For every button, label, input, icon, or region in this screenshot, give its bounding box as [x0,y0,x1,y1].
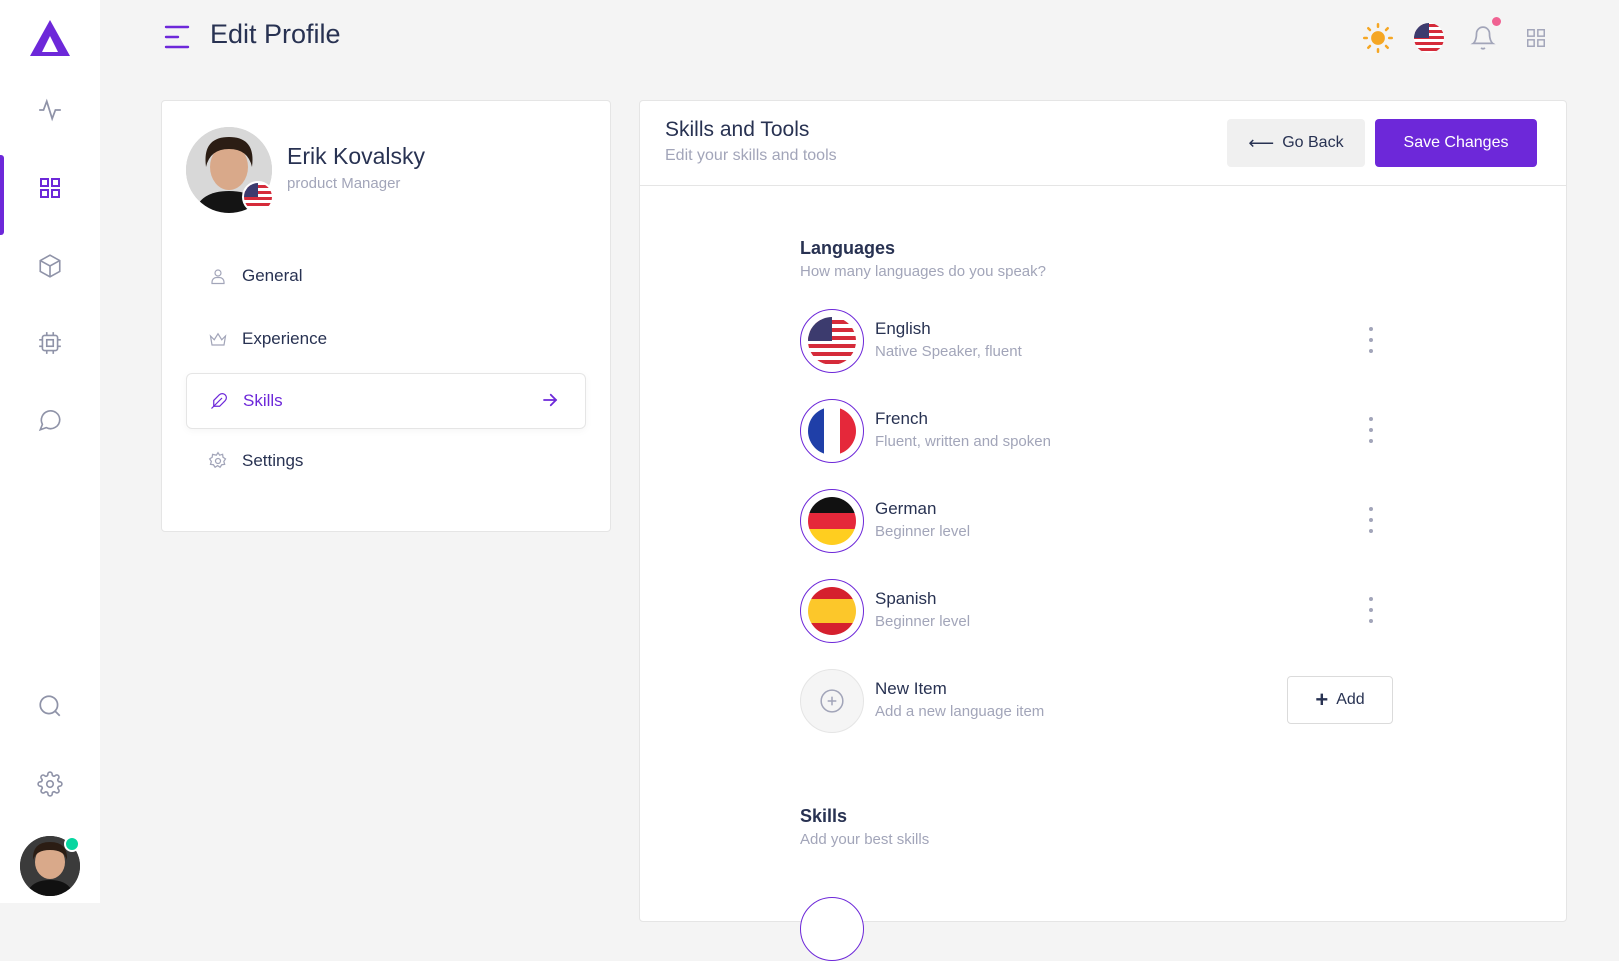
new-item-description: Add a new language item [875,703,1045,720]
language-name: German [875,499,937,518]
profile-name: Erik Kovalsky [287,143,426,169]
apps-grid-icon[interactable] [1519,21,1553,55]
save-changes-label: Save Changes [1403,134,1509,151]
arrow-left-icon: ⟵ [1248,132,1275,153]
profile-country-flag-icon [242,181,274,213]
more-options-icon[interactable] [1366,417,1376,443]
skills-panel: Skills and Tools Edit your skills and to… [639,100,1567,961]
cube-icon[interactable] [36,252,64,280]
notification-dot [1492,17,1501,26]
add-language-button[interactable]: + Add [1287,676,1393,724]
language-description: Beginner level [875,613,971,630]
language-description: Native Speaker, fluent [875,343,1022,360]
feather-icon [209,391,229,411]
profile-role: product Manager [287,175,401,192]
language-name: Spanish [875,589,937,608]
grid-icon[interactable] [36,174,64,202]
new-item-name: New Item [875,679,947,698]
sun-icon[interactable] [1361,21,1395,55]
arrow-right-icon [541,391,559,414]
profile-card: Erik Kovalsky product Manager General Ex… [161,100,611,532]
plus-icon: + [1315,687,1329,712]
go-back-label: Go Back [1282,134,1344,151]
add-label: Add [1336,691,1365,708]
us-flag-icon[interactable] [1412,21,1446,55]
more-options-icon[interactable] [1366,327,1376,353]
panel-subtitle: Edit your skills and tools [665,147,837,164]
rail-active-indicator [0,155,4,235]
page-title: Edit Profile [210,19,341,49]
language-item-french: French Fluent, written and spoken [800,399,1400,465]
us-flag-icon [800,309,864,373]
panel-title: Skills and Tools [665,118,810,141]
spain-flag-icon [800,579,864,643]
menu-item-skills[interactable]: Skills [186,373,586,429]
language-item-german: German Beginner level [800,489,1400,555]
search-icon[interactable] [36,692,64,720]
menu-item-label: Skills [243,391,283,410]
germany-flag-icon [800,489,864,553]
menu-item-general[interactable]: General [186,249,584,303]
skills-section-subtitle: Add your best skills [800,831,930,848]
languages-section-title: Languages [800,238,896,258]
language-item-english: English Native Speaker, fluent [800,309,1400,375]
settings-icon[interactable] [36,770,64,798]
menu-item-label: General [242,266,303,285]
languages-section-subtitle: How many languages do you speak? [800,263,1046,280]
france-flag-icon [800,399,864,463]
menu-toggle-icon[interactable] [164,24,192,50]
menu-item-label: Settings [242,451,304,470]
cpu-icon[interactable] [36,329,64,357]
app-logo[interactable] [28,18,72,58]
menu-item-experience[interactable]: Experience [186,312,584,366]
language-item-spanish: Spanish Beginner level [800,579,1400,645]
language-description: Fluent, written and spoken [875,433,1051,450]
language-description: Beginner level [875,523,971,540]
save-changes-button[interactable]: Save Changes [1375,119,1537,167]
language-name: French [875,409,928,428]
bell-icon[interactable] [1466,21,1500,55]
more-options-icon[interactable] [1366,507,1376,533]
skills-section-title: Skills [800,806,848,826]
skill-item-icon [800,897,864,961]
crown-icon [208,329,228,349]
menu-item-label: Experience [242,329,328,348]
chat-icon[interactable] [36,406,64,434]
activity-icon[interactable] [36,96,64,124]
go-back-button[interactable]: ⟵ Go Back [1227,119,1365,167]
add-circle-icon[interactable] [800,669,864,733]
side-rail [0,0,100,903]
menu-item-settings[interactable]: Settings [186,434,584,488]
more-options-icon[interactable] [1366,597,1376,623]
settings-icon [208,451,228,471]
language-name: English [875,319,931,338]
panel-header: Skills and Tools Edit your skills and to… [640,101,1566,186]
new-language-item: New Item Add a new language item + Add [800,669,1400,735]
user-icon [208,266,228,286]
online-status-dot [64,836,80,852]
